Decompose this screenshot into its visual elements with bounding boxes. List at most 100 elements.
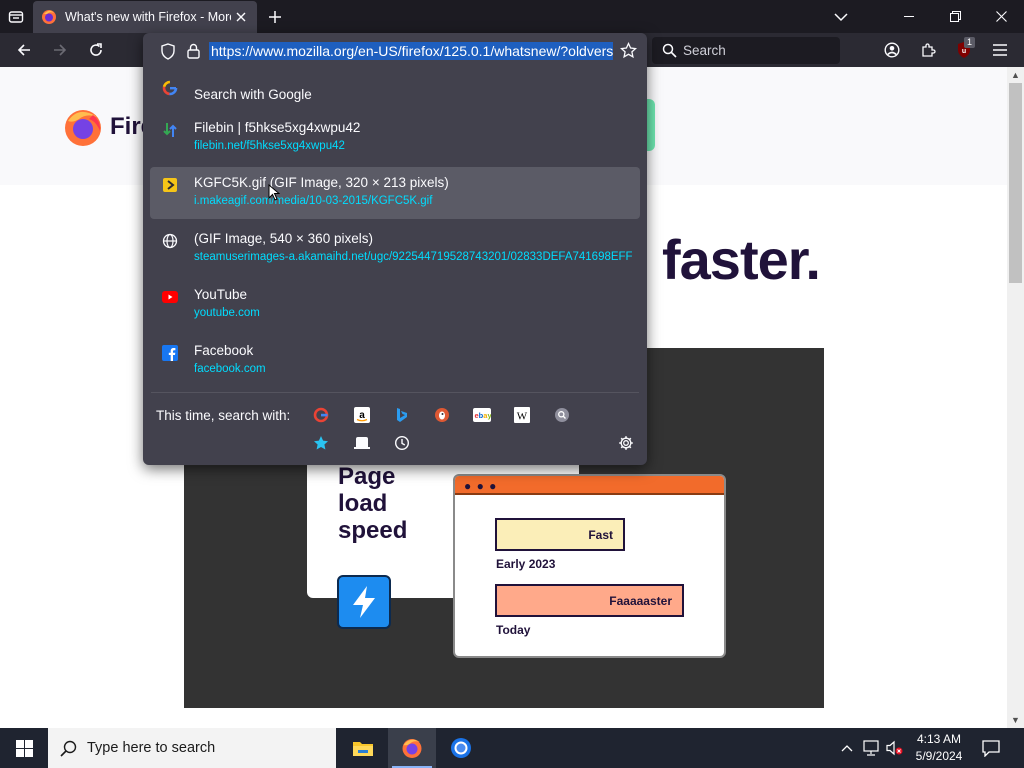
- youtube-icon: [162, 289, 178, 305]
- urlbar-dropdown: https://www.mozilla.org/en-US/firefox/12…: [143, 33, 647, 465]
- url-selection: https://www.mozilla.org/en-US/firefox/12…: [209, 42, 613, 60]
- hamburger-menu-icon[interactable]: [986, 37, 1014, 63]
- svg-text:u: u: [962, 48, 966, 55]
- search-icon: [662, 43, 677, 58]
- account-icon[interactable]: [878, 37, 906, 63]
- result-url: youtube.com: [194, 307, 260, 319]
- clock-time: 4:13 AM: [916, 732, 962, 746]
- google-icon: [162, 80, 178, 96]
- windows-start-icon[interactable]: [0, 728, 48, 768]
- bookmark-star-icon[interactable]: [620, 42, 637, 59]
- result-url: i.makeagif.com/media/10-03-2015/KGFC5K.g…: [194, 195, 433, 207]
- search-placeholder: Search: [683, 43, 726, 58]
- ublock-origin-icon[interactable]: u 1: [950, 37, 978, 63]
- result-title: YouTube: [194, 287, 248, 302]
- result-steam-gif[interactable]: (GIF Image, 540 × 360 pixels) steamuseri…: [150, 223, 640, 275]
- minimize-button[interactable]: [886, 0, 932, 33]
- chrome-taskbar-icon[interactable]: [437, 728, 485, 768]
- result-youtube[interactable]: YouTube youtube.com: [150, 279, 640, 331]
- svg-text:ebay: ebay: [475, 411, 492, 420]
- scroll-down-icon[interactable]: ▼: [1007, 712, 1024, 728]
- result-url: filebin.net/f5hkse5xg4xwpu42: [194, 140, 345, 152]
- facebook-icon: [162, 345, 178, 361]
- globe-icon: [162, 233, 178, 249]
- firefox-view-icon[interactable]: [5, 6, 27, 28]
- ublock-badge: 1: [964, 37, 976, 48]
- custom-search-engine-icon[interactable]: [550, 403, 574, 427]
- svg-text:a: a: [359, 410, 365, 421]
- early-2023-label: Early 2023: [496, 557, 556, 571]
- page-load-speed-text: Page load speed: [338, 463, 408, 544]
- show-hidden-icons-chevron-icon[interactable]: [837, 738, 857, 758]
- tabs-search-icon[interactable]: [350, 431, 374, 455]
- result-filebin[interactable]: Filebin | f5hkse5xg4xwpu42 filebin.net/f…: [150, 112, 640, 164]
- tab-strip: What's new with Firefox - More: [0, 0, 1024, 33]
- window-title-bar: ● ● ●: [455, 476, 724, 495]
- reload-button[interactable]: [82, 37, 110, 63]
- result-title: Facebook: [194, 343, 254, 358]
- result-url: steamuserimages-a.akamaihd.net/ugc/92254…: [194, 251, 632, 263]
- gif-file-icon: [162, 177, 178, 193]
- list-all-tabs-button[interactable]: [830, 6, 852, 28]
- firefox-taskbar-icon[interactable]: [388, 728, 436, 768]
- lock-icon[interactable]: [187, 43, 200, 59]
- svg-text:W: W: [517, 411, 528, 423]
- filebin-icon: [162, 122, 178, 138]
- today-label: Today: [496, 623, 531, 637]
- google-engine-icon[interactable]: [309, 403, 333, 427]
- page-headline: faster.: [662, 228, 821, 291]
- search-icon: [60, 740, 77, 757]
- close-window-button[interactable]: [978, 0, 1024, 33]
- amazon-engine-icon[interactable]: a: [350, 403, 374, 427]
- one-off-search-label: This time, search with:: [156, 408, 291, 423]
- ebay-engine-icon[interactable]: ebay: [470, 403, 494, 427]
- bookmarks-search-icon[interactable]: [309, 431, 333, 455]
- network-icon[interactable]: [861, 738, 881, 758]
- duckduckgo-engine-icon[interactable]: [430, 403, 454, 427]
- volume-muted-icon[interactable]: [885, 738, 905, 758]
- fast-bar: Fast: [495, 518, 625, 551]
- windows-taskbar: Type here to search 4:13 AM 5/9/2024: [0, 728, 1024, 768]
- result-title: (GIF Image, 540 × 360 pixels): [194, 231, 373, 246]
- tracking-protection-shield-icon[interactable]: [160, 43, 176, 60]
- address-bar[interactable]: https://www.mozilla.org/en-US/firefox/12…: [149, 37, 641, 65]
- faster-bar: Faaaaaster: [495, 584, 684, 617]
- mouse-cursor-icon: [268, 184, 280, 201]
- result-facebook[interactable]: Facebook facebook.com: [150, 335, 640, 387]
- forward-button[interactable]: [46, 37, 74, 63]
- system-clock[interactable]: 4:13 AM 5/9/2024: [906, 731, 972, 765]
- firefox-favicon-icon: [42, 10, 56, 24]
- result-title: Search with Google: [194, 87, 312, 102]
- result-title: Filebin | f5hkse5xg4xwpu42: [194, 120, 361, 135]
- notifications-icon[interactable]: [981, 738, 1001, 758]
- page-scrollbar[interactable]: ▲ ▼: [1007, 67, 1024, 728]
- tab-whats-new[interactable]: What's new with Firefox - More: [33, 1, 257, 33]
- popup-divider: [151, 392, 639, 393]
- window-dots-icon: ● ● ●: [464, 479, 498, 493]
- url-text[interactable]: https://www.mozilla.org/en-US/firefox/12…: [209, 41, 613, 62]
- taskbar-search-placeholder: Type here to search: [87, 740, 216, 756]
- file-explorer-icon[interactable]: [339, 728, 387, 768]
- search-bar[interactable]: Search: [652, 37, 840, 64]
- firefox-logo-icon[interactable]: [63, 107, 103, 147]
- close-tab-icon[interactable]: [233, 9, 249, 25]
- faster-label: Faaaaaster: [609, 593, 672, 608]
- history-search-icon[interactable]: [390, 431, 414, 455]
- result-url: facebook.com: [194, 363, 266, 375]
- back-button[interactable]: [10, 37, 38, 63]
- result-title: KGFC5K.gif (GIF Image, 320 × 213 pixels): [194, 175, 449, 190]
- browser-window-illustration: ● ● ● Fast Early 2023 Faaaaaster Today: [453, 474, 726, 658]
- tab-title: What's new with Firefox - More: [65, 10, 231, 24]
- wikipedia-engine-icon[interactable]: W: [510, 403, 534, 427]
- scroll-up-icon[interactable]: ▲: [1007, 67, 1024, 83]
- bing-engine-icon[interactable]: [390, 403, 414, 427]
- extensions-icon[interactable]: [914, 37, 942, 63]
- scrollbar-thumb[interactable]: [1009, 83, 1022, 283]
- taskbar-search-box[interactable]: Type here to search: [48, 728, 336, 768]
- fast-label: Fast: [588, 527, 613, 542]
- search-settings-gear-icon[interactable]: [614, 431, 638, 455]
- new-tab-button[interactable]: [264, 6, 286, 28]
- lightning-bolt-icon: [337, 575, 391, 629]
- restore-button[interactable]: [932, 0, 978, 33]
- result-kgfc5k-gif[interactable]: KGFC5K.gif (GIF Image, 320 × 213 pixels)…: [150, 167, 640, 219]
